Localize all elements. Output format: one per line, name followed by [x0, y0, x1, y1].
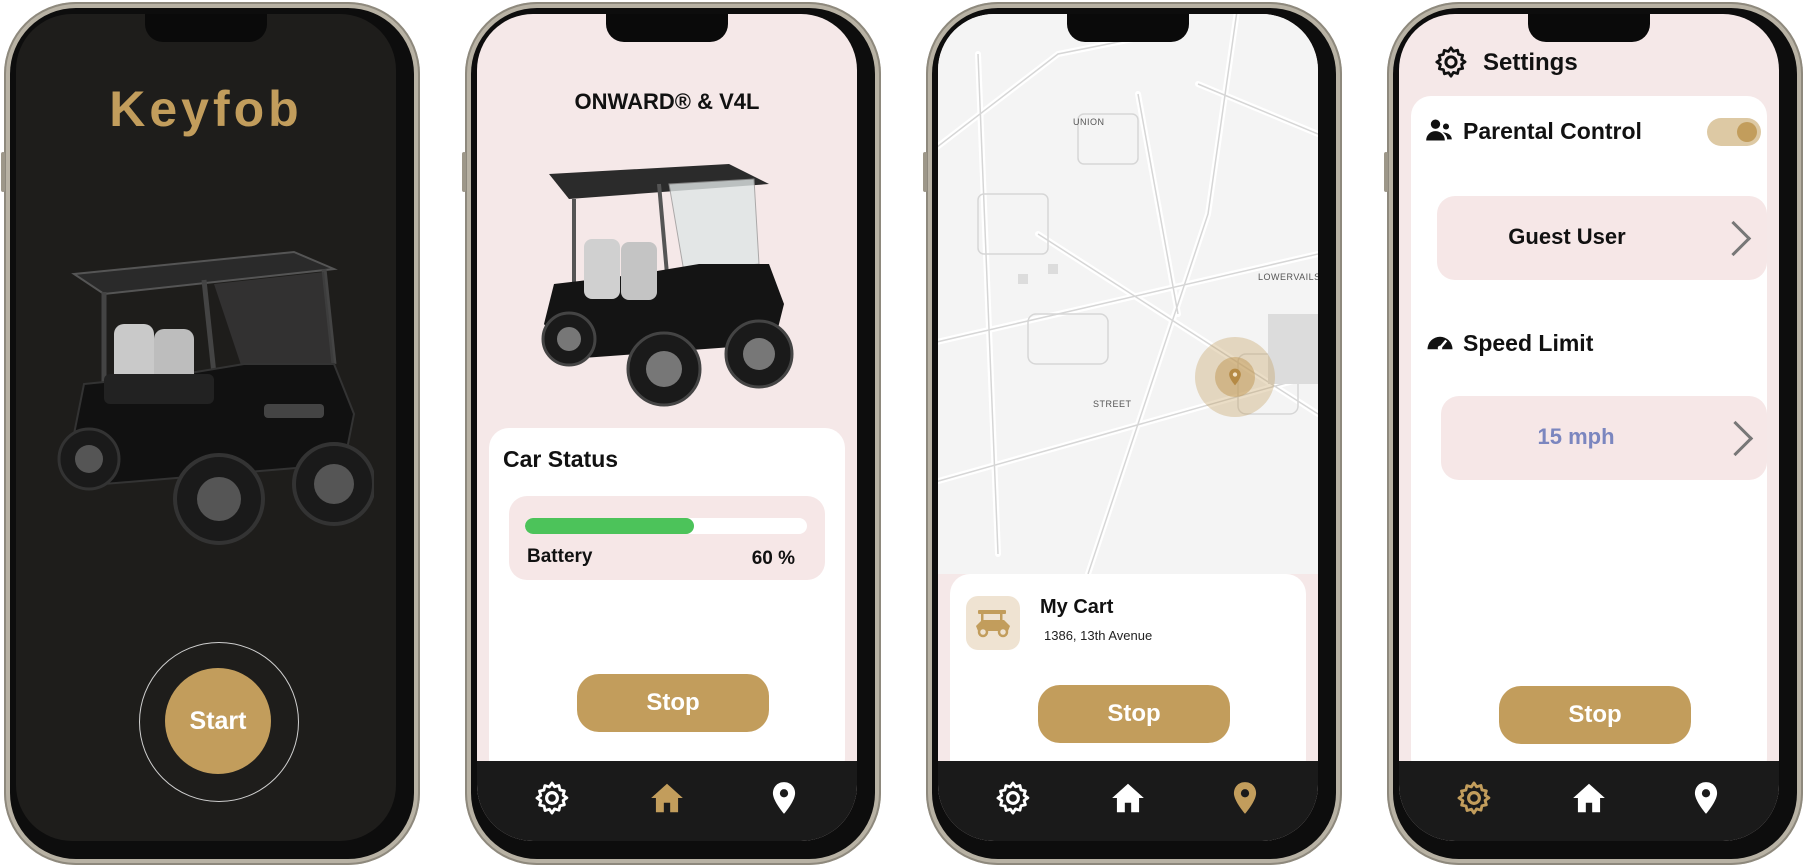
stop-label: Stop — [646, 689, 700, 716]
battery-label: Battery — [527, 546, 593, 567]
bottom-nav — [938, 761, 1318, 841]
street-map — [938, 14, 1318, 574]
gear-icon — [1435, 46, 1467, 78]
bottom-nav — [1399, 761, 1779, 841]
guest-user-row[interactable]: Guest User — [1437, 196, 1767, 280]
parental-control-toggle[interactable] — [1707, 118, 1761, 146]
phone-keyfob: Keyfob Start — [1, 2, 420, 865]
location-pin-icon[interactable] — [1226, 779, 1264, 817]
home-icon[interactable] — [1109, 779, 1147, 817]
map-label: STREET — [1093, 399, 1132, 409]
map-label: UNION — [1073, 117, 1105, 127]
phone-settings: Settings Parental Control Guest User Spe… — [1384, 2, 1803, 865]
notch — [606, 14, 728, 42]
cart-model-title: ONWARD® & V4L — [574, 89, 760, 114]
stop-label: Stop — [1568, 701, 1622, 728]
battery-bar-track — [525, 518, 807, 534]
app-title: Keyfob — [109, 81, 303, 137]
marker-core — [1215, 357, 1255, 397]
cart-avatar — [966, 596, 1020, 650]
side-button — [923, 152, 927, 192]
stop-button[interactable]: Stop — [577, 674, 769, 732]
chevron-right-icon — [1717, 420, 1754, 457]
battery-value: 60 % — [751, 548, 795, 569]
chevron-right-icon — [1715, 220, 1752, 257]
map-screen: UNION LOWERVAILSBURG STREET — [938, 14, 1318, 841]
car-status-title: Car Status — [503, 446, 619, 472]
speed-limit-row[interactable]: 15 mph — [1441, 396, 1767, 480]
location-pin-icon — [1229, 368, 1241, 386]
location-marker[interactable] — [1195, 337, 1275, 417]
cart-address: 1386, 13th Avenue — [1044, 628, 1153, 643]
stop-button[interactable]: Stop — [1499, 686, 1691, 744]
golf-cart-icon — [976, 610, 1010, 638]
notch — [145, 14, 267, 42]
parental-users-icon — [1426, 119, 1452, 141]
settings-card: Parental Control Guest User Speed Limit … — [1411, 96, 1767, 778]
notch — [1067, 14, 1189, 42]
home-icon[interactable] — [1570, 779, 1608, 817]
start-button[interactable]: Start — [165, 668, 271, 774]
phone-map: UNION LOWERVAILSBURG STREET — [923, 2, 1342, 865]
speed-limit-title: Speed Limit — [1463, 330, 1594, 356]
battery-panel: Battery 60 % — [509, 496, 825, 580]
phone-home: ONWARD® & V4L Car Status Battery 60 % St… — [462, 2, 881, 865]
keyfob-screen: Keyfob Start — [16, 14, 396, 841]
battery-bar-fill — [525, 518, 695, 534]
stop-button[interactable]: Stop — [1038, 685, 1230, 743]
side-button — [1384, 152, 1388, 192]
bottom-nav — [477, 761, 857, 841]
location-pin-icon[interactable] — [765, 779, 803, 817]
gear-icon[interactable] — [533, 779, 571, 817]
home-icon[interactable] — [648, 779, 686, 817]
cart-name: My Cart — [1040, 596, 1114, 618]
toggle-knob — [1737, 122, 1757, 142]
settings-title: Settings — [1483, 49, 1578, 76]
notch — [1528, 14, 1650, 42]
car-status-card: Car Status Battery 60 % Stop — [489, 428, 845, 778]
map-label: LOWERVAILSBURG — [1258, 272, 1318, 282]
speedometer-icon — [1427, 336, 1453, 351]
side-button — [462, 152, 466, 192]
golf-cart-image — [57, 250, 374, 545]
home-screen: ONWARD® & V4L Car Status Battery 60 % St… — [477, 14, 857, 841]
stop-label: Stop — [1107, 700, 1161, 727]
settings-screen: Settings Parental Control Guest User Spe… — [1399, 14, 1779, 841]
cart-info-card: My Cart 1386, 13th Avenue Stop — [950, 574, 1306, 779]
parental-control-label: Parental Control — [1463, 118, 1642, 144]
gear-icon[interactable] — [1455, 779, 1493, 817]
speed-limit-value: 15 mph — [1537, 424, 1615, 449]
gear-icon[interactable] — [994, 779, 1032, 817]
location-pin-icon[interactable] — [1687, 779, 1725, 817]
golf-cart-image — [541, 164, 794, 407]
start-label: Start — [189, 706, 247, 735]
guest-user-label: Guest User — [1508, 224, 1626, 249]
side-button — [1, 152, 5, 192]
